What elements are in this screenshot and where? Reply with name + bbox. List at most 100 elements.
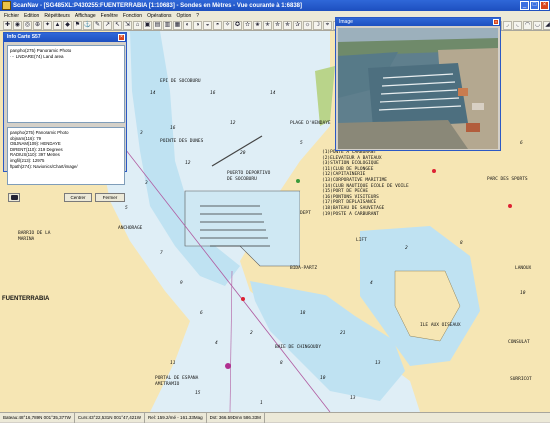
map-label: BAIE DE CHINGOUDY: [275, 345, 322, 350]
close-button[interactable]: ×: [540, 1, 549, 10]
toolbar-tool-icon-1[interactable]: ◉: [13, 20, 22, 30]
toolbar-tool-icon-23[interactable]: ✪: [233, 20, 242, 30]
status-bar: Bateau:48°16,789N 001°35,377W Curs:43°22,…: [0, 412, 550, 423]
depth-sounding: 13: [375, 361, 381, 366]
toolbar-tool-icon-4[interactable]: ✦: [43, 20, 52, 30]
close-panel-button[interactable]: Fermer: [95, 193, 125, 202]
menu-item-3[interactable]: Affichage: [75, 13, 96, 19]
menu-item-7[interactable]: Option: [177, 13, 192, 19]
green-buoy: [296, 179, 300, 183]
toolbar-tool-icon-20[interactable]: ◒: [203, 20, 212, 30]
image-popup-close-button[interactable]: ×: [493, 19, 499, 25]
depth-sounding: 13: [350, 396, 356, 401]
toolbar-tool-icon-7[interactable]: ⚑: [73, 20, 82, 30]
menu-item-4[interactable]: Fenêtre: [101, 13, 118, 19]
map-label: LANOUX: [515, 266, 532, 271]
depth-sounding: 6: [200, 311, 203, 316]
menu-item-1[interactable]: Edition: [24, 13, 39, 19]
info-panel-close-button[interactable]: ×: [118, 34, 125, 41]
depth-sounding: 2: [405, 246, 408, 251]
toolbar-tool-icon-21[interactable]: ◓: [213, 20, 222, 30]
image-popup-title: Image: [336, 18, 500, 26]
red-buoy-2: [432, 169, 436, 173]
vessel-marker[interactable]: [225, 363, 231, 369]
toolbar-tool-icon-0[interactable]: ✚: [3, 20, 12, 30]
toolbar-tool-icon-29[interactable]: ✰: [293, 20, 302, 30]
status-cell-2: Rel: 159.2/mé - 161.33Mag: [145, 412, 207, 423]
menu-item-0[interactable]: Fichier: [4, 13, 19, 19]
toolbar-tool-icon-13[interactable]: ⌂: [133, 20, 142, 30]
object-tree[interactable]: panpho(275) Panoramic Photo ··· LNDARE(74…: [7, 45, 125, 123]
toolbar-tool-icon-25[interactable]: ✬: [253, 20, 262, 30]
map-label: SURRICOT: [510, 377, 532, 382]
image-popup: Image ×: [335, 17, 501, 151]
toolbar-tool-icon-18[interactable]: ◐: [183, 20, 192, 30]
info-panel: Info Carte S57 × panpho(275) Panoramic P…: [3, 32, 127, 202]
toolbar-tool-icon-17[interactable]: ▦: [173, 20, 182, 30]
toolbar-tool-icon-50[interactable]: ◞: [503, 20, 512, 30]
toolbar-tool-icon-32[interactable]: ⌖: [323, 20, 332, 30]
map-label: MARINA: [18, 237, 35, 242]
toolbar-tool-icon-3[interactable]: ⊕: [33, 20, 42, 30]
toolbar-tool-icon-11[interactable]: ↖: [113, 20, 122, 30]
toolbar-tool-icon-19[interactable]: ◑: [193, 20, 202, 30]
maximize-button[interactable]: □: [530, 1, 539, 10]
minimize-button[interactable]: _: [520, 1, 529, 10]
toolbar-tool-icon-15[interactable]: ▤: [153, 20, 162, 30]
attribute-list[interactable]: panpho(275) Panoramic Photo objnam(116): …: [7, 127, 125, 185]
map-label: POINTE DES DUNES: [160, 139, 204, 144]
map-label: ILE AUX OISEAUX: [420, 323, 461, 328]
toolbar-tool-icon-27[interactable]: ✮: [273, 20, 282, 30]
center-button[interactable]: Centrer: [64, 193, 92, 202]
camera-button[interactable]: [8, 193, 20, 202]
toolbar-tool-icon-54[interactable]: ◢: [543, 20, 550, 30]
menu-item-5[interactable]: Fonction: [123, 13, 142, 19]
toolbar-tool-icon-8[interactable]: ⚓: [83, 20, 92, 30]
window-title: ScanNav - [SG485XL:P430255:FUENTERRABIA …: [13, 2, 302, 9]
toolbar-tool-icon-9[interactable]: ✎: [93, 20, 102, 30]
menu-item-6[interactable]: Opérations: [147, 13, 171, 19]
map-label: DEPT: [300, 211, 311, 216]
depth-sounding: 6: [520, 141, 523, 146]
toolbar-tool-icon-5[interactable]: ▲: [53, 20, 62, 30]
legend-line: (19)POSTE A CARBURANT: [322, 211, 379, 217]
map-label: EPI DE SOCOBURU: [160, 79, 201, 84]
toolbar-tool-icon-14[interactable]: ▣: [143, 20, 152, 30]
toolbar-tool-icon-6[interactable]: ◆: [63, 20, 72, 30]
toolbar-tool-icon-2[interactable]: ◎: [23, 20, 32, 30]
toolbar-tool-icon-10[interactable]: ↗: [103, 20, 112, 30]
toolbar-tool-icon-26[interactable]: ✭: [263, 20, 272, 30]
toolbar-tool-icon-12[interactable]: ⇲: [123, 20, 132, 30]
red-buoy: [241, 297, 245, 301]
depth-sounding: 16: [170, 126, 176, 131]
toolbar-tool-icon-30[interactable]: ☼: [303, 20, 312, 30]
depth-sounding: 5: [125, 206, 128, 211]
depth-sounding: 9: [180, 281, 183, 286]
map-label: PARC DES SPORTS: [487, 177, 528, 182]
menu-item-8[interactable]: ?: [196, 13, 199, 19]
depth-sounding: 4: [370, 281, 373, 286]
depth-sounding: 12: [185, 161, 191, 166]
depth-sounding: 14: [270, 91, 276, 96]
depth-sounding: 3: [140, 131, 143, 136]
depth-sounding: 4: [215, 341, 218, 346]
map-label: CONSULAT: [508, 340, 530, 345]
depth-sounding: 14: [150, 91, 156, 96]
toolbar-tool-icon-22[interactable]: ✧: [223, 20, 232, 30]
depth-sounding: 20: [240, 151, 246, 156]
depth-sounding: 21: [340, 331, 346, 336]
toolbar-tool-icon-52[interactable]: ◠: [523, 20, 532, 30]
toolbar-tool-icon-53[interactable]: ◡: [533, 20, 542, 30]
toolbar-tool-icon-24[interactable]: ✫: [243, 20, 252, 30]
tree-node[interactable]: ··· LNDARE(74) Land area: [10, 54, 122, 60]
map-label: FUENTERRABIA: [2, 296, 50, 302]
toolbar-tool-icon-51[interactable]: ◟: [513, 20, 522, 30]
red-buoy-3: [508, 204, 512, 208]
status-cell-1: Curs:43°22,531N 001°47,421W: [75, 412, 146, 423]
depth-sounding: 7: [160, 251, 163, 256]
menu-item-2[interactable]: Répétiteurs: [44, 13, 70, 19]
toolbar-tool-icon-16[interactable]: ▥: [163, 20, 172, 30]
toolbar-tool-icon-28[interactable]: ✯: [283, 20, 292, 30]
application-window: ScanNav - [SG485XL:P430255:FUENTERRABIA …: [0, 0, 550, 423]
toolbar-tool-icon-31[interactable]: ☽: [313, 20, 322, 30]
